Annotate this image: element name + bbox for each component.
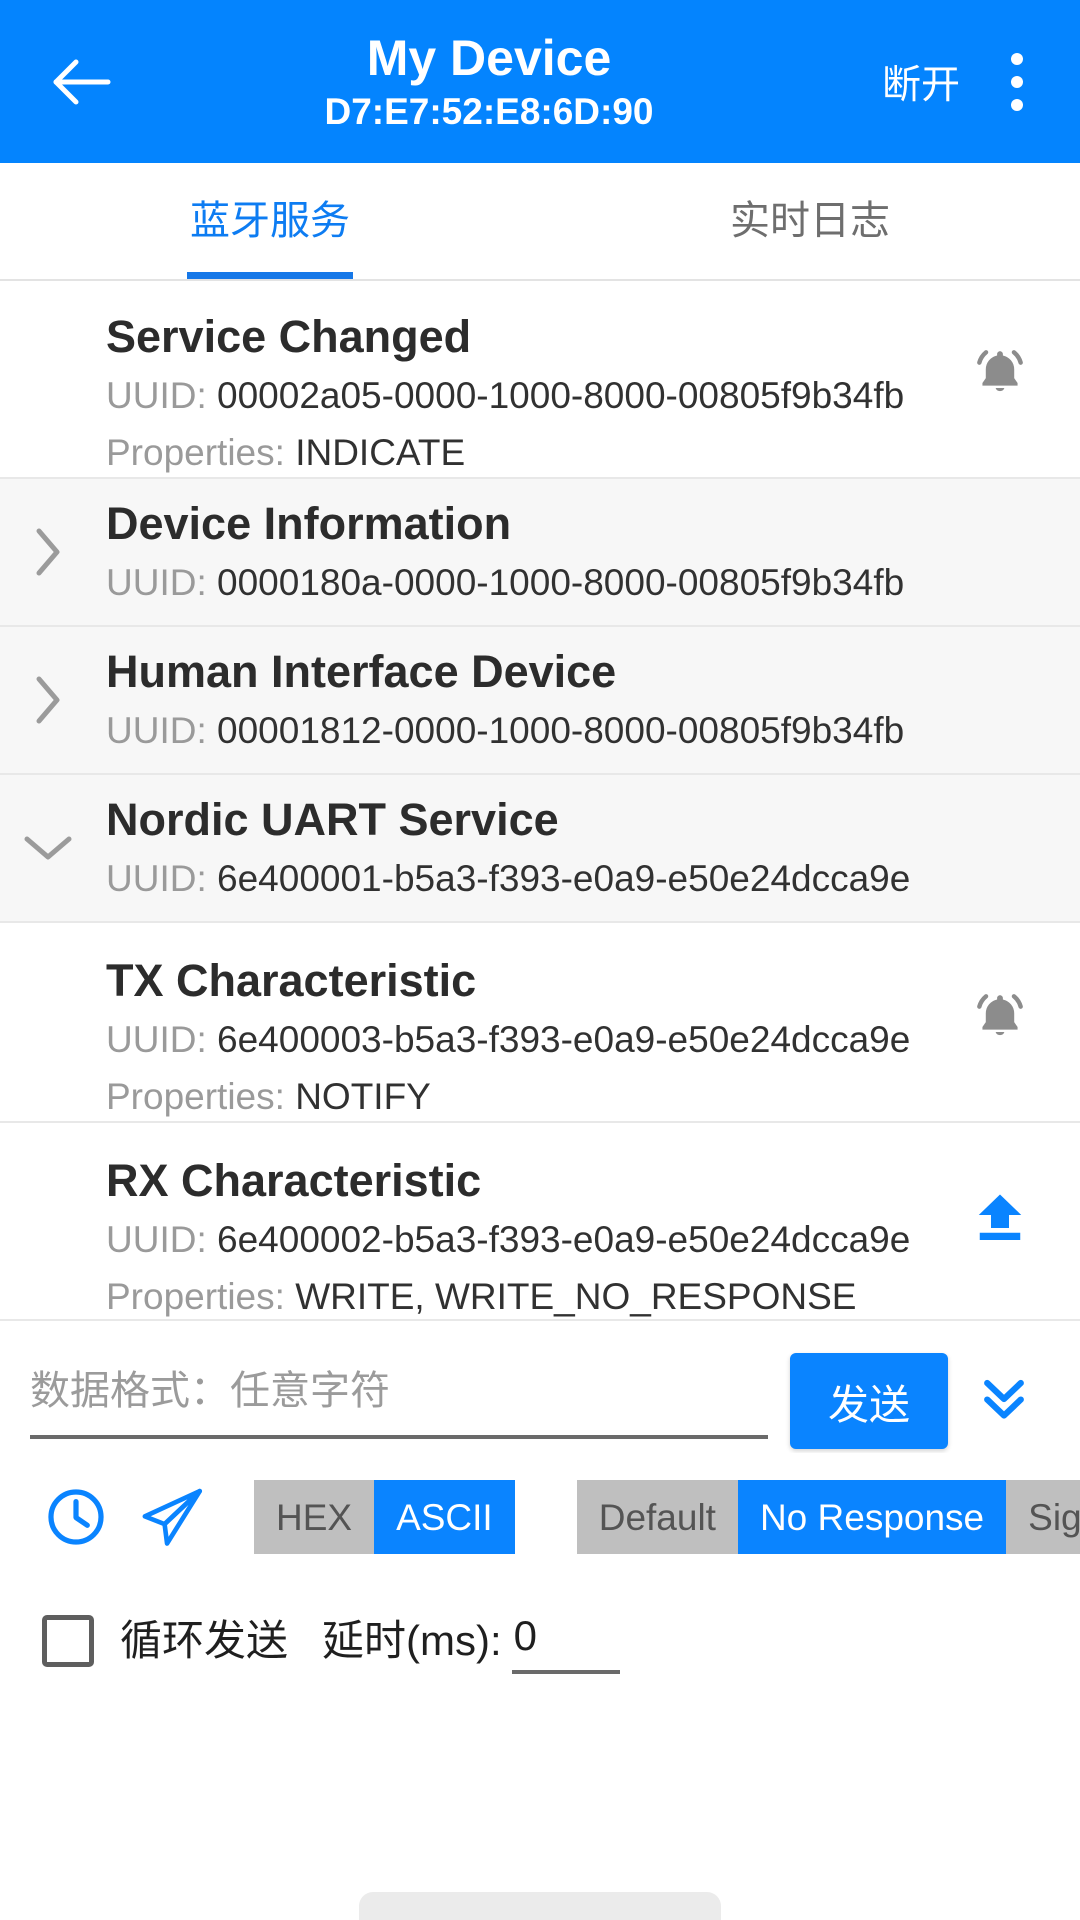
expand-toggle[interactable] (0, 673, 86, 727)
data-format-toggle-group: HEX ASCII (254, 1480, 515, 1554)
characteristic-uuid-line: UUID: 00002a05-0000-1000-8000-00805f9b34… (106, 370, 948, 422)
format-option-ascii[interactable]: ASCII (374, 1480, 515, 1554)
properties-label: Properties: (106, 1276, 285, 1317)
uuid-value: 00001812-0000-1000-8000-00805f9b34fb (217, 709, 905, 751)
options-bar: HEX ASCII Default No Response Signed (0, 1453, 1080, 1581)
delay-label: 延时(ms): (322, 1617, 502, 1664)
quick-send-button[interactable] (124, 1469, 220, 1565)
arrow-left-icon (50, 58, 112, 106)
tab-bluetooth-services[interactable]: 蓝牙服务 (0, 163, 540, 279)
notify-toggle-button[interactable] (948, 343, 1052, 405)
gatt-list: Service Changed UUID: 00002a05-0000-1000… (0, 281, 1080, 1321)
clock-icon (43, 1484, 109, 1550)
properties-label: Properties: (106, 1076, 285, 1117)
list-item[interactable]: Human Interface Device UUID: 00001812-00… (0, 627, 1080, 775)
disconnect-button[interactable]: 断开 (876, 44, 966, 120)
characteristic-uuid-line: UUID: 6e400003-b5a3-f393-e0a9-e50e24dcca… (106, 1014, 948, 1066)
tab-label: 蓝牙服务 (190, 199, 350, 243)
chevron-down-icon (21, 831, 75, 865)
service-uuid-line: UUID: 00001812-0000-1000-8000-00805f9b34… (106, 705, 1052, 757)
uuid-value: 6e400001-b5a3-f393-e0a9-e50e24dcca9e (217, 857, 911, 899)
write-option-signed[interactable]: Signed (1006, 1480, 1080, 1554)
tab-bar: 蓝牙服务 实时日志 (0, 163, 1080, 281)
overflow-menu-button[interactable] (980, 34, 1054, 130)
list-item[interactable]: Device Information UUID: 0000180a-0000-1… (0, 479, 1080, 627)
properties-label: Properties: (106, 432, 285, 473)
send-bar: 发送 (0, 1321, 1080, 1453)
characteristic-name: TX Characteristic (106, 955, 477, 1006)
list-item[interactable]: RX Characteristic UUID: 6e400002-b5a3-f3… (0, 1123, 1080, 1321)
characteristic-name: Service Changed (106, 311, 472, 362)
data-input-wrap (30, 1347, 768, 1439)
properties-value: INDICATE (295, 432, 466, 473)
uuid-label: UUID: (106, 1219, 207, 1260)
collapse-toggle[interactable] (0, 831, 86, 865)
app-screen: My Device D7:E7:52:E8:6D:90 断开 蓝牙服务 实时日志… (0, 0, 1080, 1920)
double-chevron-down-icon (973, 1367, 1035, 1434)
uuid-label: UUID: (106, 1019, 207, 1060)
loop-send-label: 循环发送 (120, 1617, 289, 1664)
service-uuid-line: UUID: 6e400001-b5a3-f393-e0a9-e50e24dcca… (106, 853, 1052, 905)
list-item[interactable]: Service Changed UUID: 00002a05-0000-1000… (0, 281, 1080, 479)
more-vertical-icon-dot (1011, 52, 1023, 65)
list-item-body: Nordic UART Service UUID: 6e400001-b5a3-… (86, 792, 1052, 905)
chevron-right-icon (31, 673, 65, 727)
device-mac-address: D7:E7:52:E8:6D:90 (324, 90, 654, 132)
upload-icon (970, 1187, 1030, 1247)
list-item[interactable]: Nordic UART Service UUID: 6e400001-b5a3-… (0, 775, 1080, 923)
tab-realtime-log[interactable]: 实时日志 (540, 163, 1080, 279)
app-bar-titles: My Device D7:E7:52:E8:6D:90 (108, 29, 876, 135)
characteristic-properties-line: Properties: NOTIFY (106, 1071, 948, 1123)
write-type-toggle-group: Default No Response Signed (576, 1480, 1080, 1554)
more-vertical-icon-dot (1011, 98, 1023, 111)
chevron-right-icon (31, 525, 65, 579)
list-item-body: Device Information UUID: 0000180a-0000-1… (86, 496, 1052, 609)
notifications-active-bell-icon (969, 343, 1031, 405)
list-item-body: RX Characteristic UUID: 6e400002-b5a3-f3… (0, 1153, 948, 1323)
write-option-no-response[interactable]: No Response (737, 1480, 1007, 1554)
list-item-body: Human Interface Device UUID: 00001812-00… (86, 644, 1052, 757)
write-button[interactable] (948, 1187, 1052, 1247)
format-option-hex[interactable]: HEX (254, 1480, 375, 1554)
service-uuid-line: UUID: 0000180a-0000-1000-8000-00805f9b34… (106, 557, 1052, 609)
service-name: Human Interface Device (106, 645, 617, 697)
app-bar: My Device D7:E7:52:E8:6D:90 断开 (0, 0, 1080, 163)
more-vertical-icon-dot (1011, 75, 1023, 88)
expand-toggle[interactable] (0, 525, 86, 579)
list-item-body: TX Characteristic UUID: 6e400003-b5a3-f3… (0, 953, 948, 1123)
list-item[interactable]: TX Characteristic UUID: 6e400003-b5a3-f3… (0, 923, 1080, 1123)
page-title: My Device (366, 29, 612, 86)
delay-input[interactable] (511, 1608, 620, 1674)
write-option-default[interactable]: Default (576, 1480, 738, 1554)
uuid-label: UUID: (106, 857, 207, 899)
properties-value: WRITE, WRITE_NO_RESPONSE (295, 1276, 857, 1317)
service-name: Nordic UART Service (106, 793, 559, 845)
send-button[interactable]: 发送 (790, 1353, 948, 1449)
paper-plane-icon (135, 1480, 209, 1554)
list-item-body: Service Changed UUID: 00002a05-0000-1000… (0, 309, 948, 479)
uuid-value: 0000180a-0000-1000-8000-00805f9b34fb (217, 561, 905, 603)
characteristic-properties-line: Properties: INDICATE (106, 427, 948, 479)
characteristic-name: RX Characteristic (106, 1155, 482, 1206)
bottom-sheet-handle[interactable] (359, 1892, 721, 1920)
uuid-value: 6e400003-b5a3-f393-e0a9-e50e24dcca9e (217, 1019, 911, 1060)
loop-send-checkbox[interactable] (42, 1615, 94, 1667)
characteristic-properties-line: Properties: WRITE, WRITE_NO_RESPONSE (106, 1271, 948, 1323)
expand-panel-button[interactable] (956, 1347, 1052, 1453)
uuid-label: UUID: (106, 561, 207, 603)
tab-label: 实时日志 (730, 199, 890, 243)
history-button[interactable] (28, 1469, 124, 1565)
uuid-label: UUID: (106, 375, 207, 416)
uuid-label: UUID: (106, 709, 207, 751)
loop-send-bar: 循环发送 延时(ms): (0, 1581, 1080, 1701)
characteristic-uuid-line: UUID: 6e400002-b5a3-f393-e0a9-e50e24dcca… (106, 1214, 948, 1266)
data-input[interactable] (30, 1359, 768, 1439)
service-name: Device Information (106, 497, 512, 549)
uuid-value: 6e400002-b5a3-f393-e0a9-e50e24dcca9e (217, 1219, 911, 1260)
notify-toggle-button[interactable] (948, 987, 1052, 1049)
uuid-value: 00002a05-0000-1000-8000-00805f9b34fb (217, 375, 905, 416)
notifications-active-bell-icon (969, 987, 1031, 1049)
properties-value: NOTIFY (295, 1076, 431, 1117)
